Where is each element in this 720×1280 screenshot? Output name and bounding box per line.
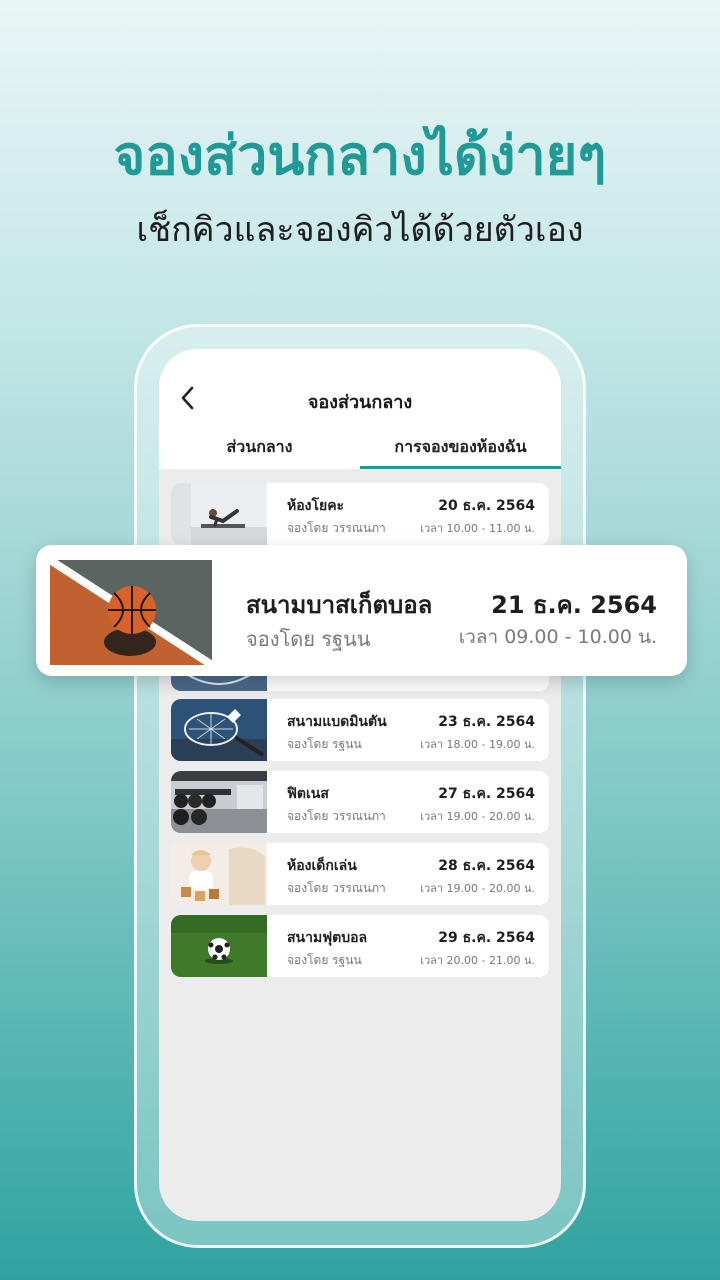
booking-date: 28 ธ.ค. 2564: [438, 858, 535, 874]
tab-common-area[interactable]: ส่วนกลาง: [159, 435, 360, 469]
promo-headline: จองส่วนกลางได้ง่ายๆ: [113, 124, 607, 187]
promo-subheadline: เช็กคิวและจองคิวได้ด้วยตัวเอง: [136, 210, 584, 250]
booking-name: สนามฟุตบอล: [287, 930, 368, 946]
booking-card[interactable]: ห้องเด็กเล่น จองโดย วรรณนภา 28 ธ.ค. 2564…: [171, 843, 549, 905]
booking-booked-by: จองโดย รฐนน: [287, 953, 362, 967]
booking-date: 29 ธ.ค. 2564: [438, 930, 535, 946]
tab-my-bookings[interactable]: การจองของห้องฉัน: [360, 435, 561, 469]
booking-booked-by: จองโดย วรรณนภา: [287, 809, 386, 823]
booking-card[interactable]: ฟิตเนส จองโดย วรรณนภา 27 ธ.ค. 2564 เวลา …: [171, 771, 549, 833]
highlight-booking-date: 21 ธ.ค. 2564: [491, 591, 657, 619]
gym-icon: [171, 771, 267, 833]
highlight-booking-time: เวลา 09.00 - 10.00 น.: [458, 626, 657, 648]
basketball-icon: [50, 560, 212, 665]
highlight-booking-name: สนามบาสเก็ตบอล: [246, 591, 433, 619]
booking-date: 27 ธ.ค. 2564: [438, 786, 535, 802]
booking-time: เวลา 19.00 - 20.00 น.: [420, 810, 535, 823]
highlighted-booking-card[interactable]: สนามบาสเก็ตบอล จองโดย รฐนน 21 ธ.ค. 2564 …: [36, 545, 687, 676]
booking-card[interactable]: ห้องโยคะ จองโดย วรรณนภา 20 ธ.ค. 2564 เวล…: [171, 483, 549, 545]
booking-date: 23 ธ.ค. 2564: [438, 714, 535, 730]
booking-name: ฟิตเนส: [287, 786, 329, 802]
yoga-icon: [171, 483, 267, 545]
playroom-icon: [171, 843, 267, 905]
booking-card[interactable]: สนามฟุตบอล จองโดย รฐนน 29 ธ.ค. 2564 เวลา…: [171, 915, 549, 977]
booking-booked-by: จองโดย รฐนน: [287, 737, 362, 751]
booking-time: เวลา 20.00 - 21.00 น.: [420, 954, 535, 967]
booking-name: ห้องโยคะ: [287, 498, 345, 514]
page-title: จองส่วนกลาง: [307, 392, 413, 413]
badminton-icon: [171, 699, 267, 761]
highlight-booked-by: จองโดย รฐนน: [246, 627, 371, 651]
app-header: จองส่วนกลาง ส่วนกลาง การจองของห้องฉัน: [159, 349, 561, 469]
booking-name: สนามแบดมินตัน: [287, 714, 387, 730]
booking-time: เวลา 18.00 - 19.00 น.: [420, 738, 535, 751]
booking-time: เวลา 19.00 - 20.00 น.: [420, 882, 535, 895]
booking-booked-by: จองโดย วรรณนภา: [287, 521, 386, 535]
booking-time: เวลา 10.00 - 11.00 น.: [420, 522, 535, 535]
booking-date: 20 ธ.ค. 2564: [438, 498, 535, 514]
booking-booked-by: จองโดย วรรณนภา: [287, 881, 386, 895]
booking-name: ห้องเด็กเล่น: [287, 858, 357, 874]
booking-card[interactable]: สนามแบดมินตัน จองโดย รฐนน 23 ธ.ค. 2564 เ…: [171, 699, 549, 761]
football-icon: [171, 915, 267, 977]
app-screen: จองส่วนกลาง ส่วนกลาง การจองของห้องฉัน ห้…: [159, 349, 561, 1221]
